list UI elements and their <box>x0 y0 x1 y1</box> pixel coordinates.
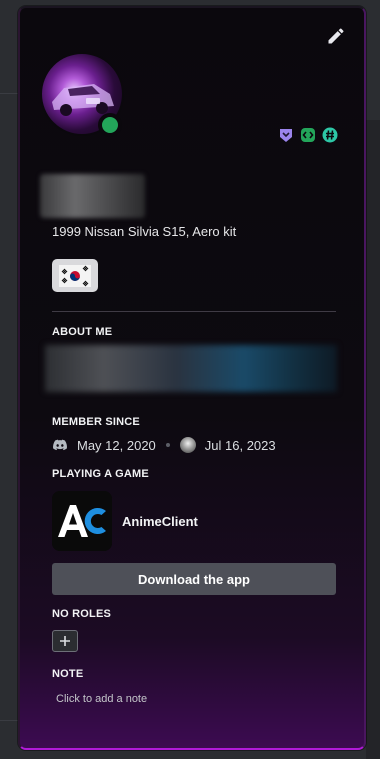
discord-join-date: May 12, 2020 <box>77 437 156 453</box>
user-profile-popout: 1999 Nissan Silvia S15, Aero kit ABOUT M… <box>18 6 366 750</box>
online-status-indicator <box>98 113 122 137</box>
hypesquad-icon[interactable] <box>278 127 294 143</box>
discord-icon <box>53 439 67 451</box>
roles-heading: NO ROLES <box>52 608 112 620</box>
game-icon <box>52 491 112 551</box>
section-divider <box>52 311 336 312</box>
game-activity: AnimeClient <box>52 491 198 551</box>
background-divider <box>0 720 18 721</box>
edit-profile-button[interactable] <box>326 26 346 46</box>
member-since-heading: MEMBER SINCE <box>52 416 140 428</box>
dot-separator <box>165 443 170 447</box>
server-icon <box>179 437 196 453</box>
pencil-icon <box>328 28 344 44</box>
badge-list <box>278 127 338 143</box>
add-role-button[interactable] <box>52 630 78 652</box>
active-developer-icon[interactable] <box>300 127 316 143</box>
game-name: AnimeClient <box>122 513 198 529</box>
download-app-button[interactable]: Download the app <box>52 563 336 595</box>
server-join-date: Jul 16, 2023 <box>204 437 276 453</box>
background-divider <box>0 93 18 94</box>
username-redacted <box>40 174 145 218</box>
note-heading: NOTE <box>52 668 84 680</box>
about-me-redacted <box>45 345 337 392</box>
background-panel <box>366 120 380 759</box>
custom-status-text: 1999 Nissan Silvia S15, Aero kit <box>52 224 237 239</box>
plus-icon <box>60 636 70 646</box>
hashtag-icon[interactable] <box>322 127 338 143</box>
note-input[interactable]: Click to add a note <box>56 693 147 705</box>
about-me-heading: ABOUT ME <box>52 326 113 338</box>
playing-game-heading: PLAYING A GAME <box>52 468 149 480</box>
member-since-row: May 12, 2020 Jul 16, 2023 <box>52 437 276 453</box>
flag-korea-icon <box>52 259 98 292</box>
